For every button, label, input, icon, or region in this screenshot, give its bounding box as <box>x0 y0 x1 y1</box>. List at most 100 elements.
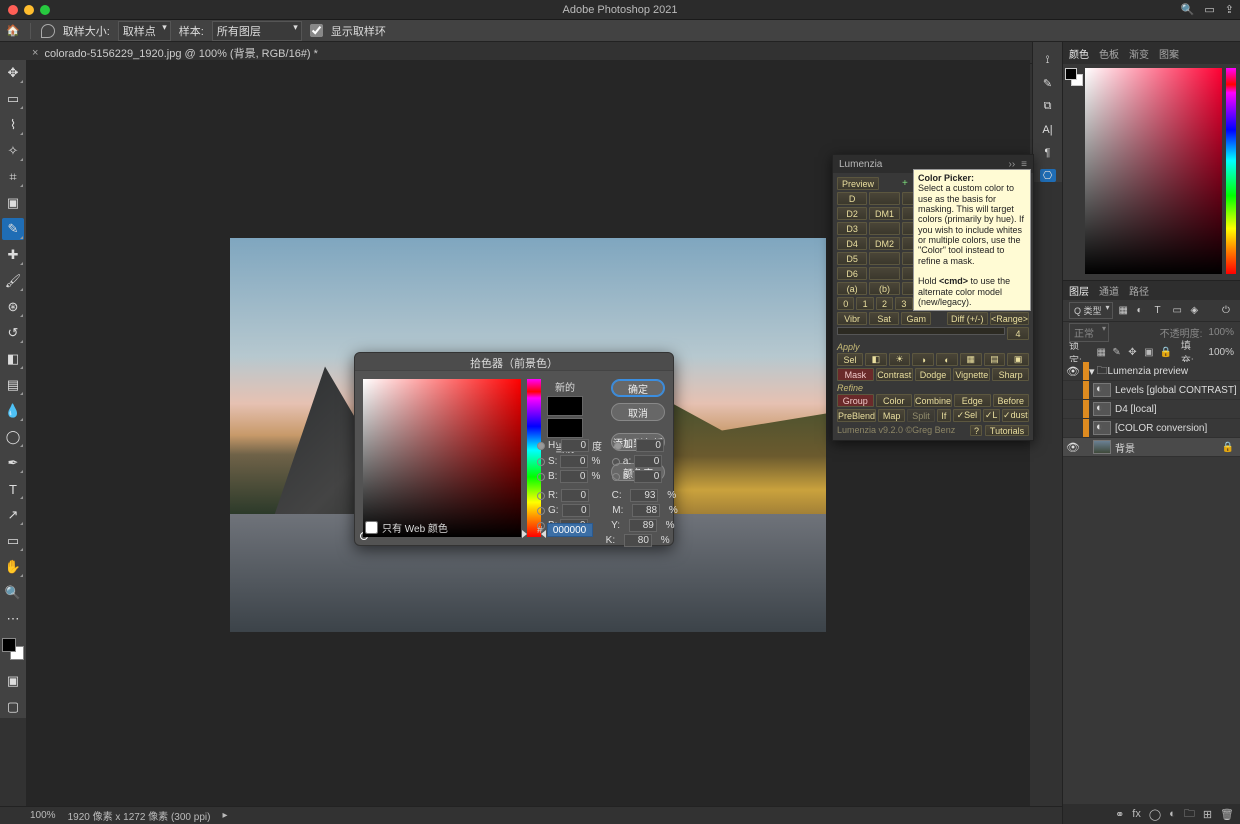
stamp-tool[interactable]: ⊛ <box>2 296 24 318</box>
eyedropper-icon[interactable] <box>41 24 55 38</box>
zone-M-3[interactable]: DM2 <box>869 237 899 250</box>
zone-M-5[interactable] <box>869 267 899 280</box>
mask-icon[interactable]: ◯ <box>1149 808 1161 821</box>
apply-5[interactable]: ▦ <box>960 353 982 366</box>
vl-button[interactable]: ✓L <box>983 409 1000 422</box>
vdust-button[interactable]: ✓dust <box>1002 409 1029 422</box>
lumenzia-panel[interactable]: Lumenzia ››≡ Preview + − ✎ X DD2DM1MD3D4… <box>832 154 1034 441</box>
zone-L-1[interactable]: D2 <box>837 207 867 220</box>
web-only-checkbox[interactable] <box>365 521 378 534</box>
share-icon[interactable]: ⇪ <box>1225 3 1234 16</box>
zoom-level[interactable]: 100% <box>30 810 56 821</box>
panel-fgbg[interactable] <box>1065 68 1083 86</box>
new-layer-icon[interactable]: ⊞ <box>1203 808 1212 821</box>
tab-color[interactable]: 颜色 <box>1069 46 1089 61</box>
mask-button[interactable]: Mask <box>837 368 874 381</box>
tab-patterns[interactable]: 图案 <box>1159 46 1179 61</box>
color-picker-dialog[interactable]: 拾色器（前景色） 新的 当前 确定 取消 添加到色板 颜色库 H:度 L: S:… <box>354 352 674 546</box>
layer-row[interactable]: Levels [global CONTRAST] <box>1063 381 1240 400</box>
tab-gradients[interactable]: 渐变 <box>1129 46 1149 61</box>
range-button[interactable]: <Range> <box>990 312 1029 325</box>
current-color-swatch[interactable] <box>547 418 583 438</box>
blur-tool[interactable]: 💧 <box>2 400 24 422</box>
panel-icon-5[interactable]: ¶ <box>1040 146 1056 159</box>
panel-icon-3[interactable]: ⧉ <box>1040 100 1056 113</box>
lock-artboard-icon[interactable]: ▣ <box>1144 347 1155 358</box>
trash-icon[interactable]: 🗑 <box>1220 808 1234 821</box>
num-3[interactable]: 3 <box>895 297 912 310</box>
layer-row[interactable]: D4 [local] <box>1063 400 1240 419</box>
sharp-button[interactable]: Sharp <box>992 368 1029 381</box>
tab-channels[interactable]: 通道 <box>1099 283 1119 298</box>
before-button[interactable]: Before <box>993 394 1030 407</box>
zone-M-4[interactable] <box>869 252 899 265</box>
home-icon[interactable]: 🏠 <box>6 24 20 37</box>
filter-shape-icon[interactable]: ▭ <box>1173 305 1185 317</box>
eraser-tool[interactable]: ◧ <box>2 348 24 370</box>
group-button[interactable]: Group <box>837 394 874 407</box>
b-button[interactable]: (b) <box>869 282 899 295</box>
document-tab[interactable]: colorado-5156229_1920.jpg @ 100% (背景, RG… <box>44 45 318 61</box>
tutorials-button[interactable]: Tutorials <box>985 425 1029 436</box>
path-tool[interactable]: ↗ <box>2 504 24 526</box>
diff-button[interactable]: Diff (+/-) <box>947 312 988 325</box>
zone-L-5[interactable]: D6 <box>837 267 867 280</box>
zone-M-0[interactable] <box>869 192 899 205</box>
lumenzia-panel-icon[interactable]: ⎔ <box>1040 169 1056 182</box>
dodge-tool[interactable]: ◯ <box>2 426 24 448</box>
dodge-button[interactable]: Dodge <box>915 368 952 381</box>
help-button[interactable]: ? <box>970 425 982 436</box>
apply-2[interactable]: ☀ <box>889 353 911 366</box>
R-input[interactable] <box>561 489 589 502</box>
tab-paths[interactable]: 路径 <box>1129 283 1149 298</box>
sat-val-field[interactable] <box>363 379 521 537</box>
panel-menu-icon[interactable]: ≡ <box>1021 159 1027 170</box>
lasso-tool[interactable]: ⌇ <box>2 114 24 136</box>
brush-tool[interactable]: 🖌 <box>2 270 24 292</box>
zone-L-0[interactable]: D <box>837 192 867 205</box>
cancel-button[interactable]: 取消 <box>611 403 665 421</box>
vignette-button[interactable]: Vignette <box>953 368 990 381</box>
apply-4[interactable]: ◐ <box>936 353 958 366</box>
edge-button[interactable]: Edge <box>954 394 991 407</box>
S-input[interactable] <box>560 455 588 468</box>
frame-tool[interactable]: ▣ <box>2 192 24 214</box>
maximize-window[interactable] <box>40 5 50 15</box>
preblend-button[interactable]: PreBlend <box>837 409 876 422</box>
color-panel[interactable] <box>1063 64 1240 280</box>
gam-button[interactable]: Gam <box>901 312 931 325</box>
ok-button[interactable]: 确定 <box>611 379 665 397</box>
L-input[interactable] <box>636 439 664 452</box>
layers-list[interactable]: 👁▾🗀Lumenzia previewLevels [global CONTRA… <box>1063 362 1240 804</box>
adj-icon[interactable]: ◐ <box>1169 808 1176 820</box>
filter-kind[interactable]: Q 类型 <box>1069 302 1113 319</box>
panel-icon-4[interactable]: A| <box>1040 123 1056 136</box>
color-button[interactable]: Color <box>876 394 913 407</box>
sat-button[interactable]: Sat <box>869 312 899 325</box>
fill-value[interactable]: 100% <box>1208 347 1234 358</box>
filter-pixel-icon[interactable]: ▦ <box>1119 305 1131 317</box>
layer-row[interactable]: 👁背景🔒 <box>1063 438 1240 457</box>
history-brush-tool[interactable]: ↺ <box>2 322 24 344</box>
eye-icon[interactable]: 👁 <box>1063 365 1083 378</box>
move-tool[interactable]: ✥ <box>2 62 24 84</box>
filter-toggle[interactable]: ⏻ <box>1222 305 1234 317</box>
pen-tool[interactable]: ✒ <box>2 452 24 474</box>
lock-pos-icon[interactable]: ✥ <box>1128 347 1139 358</box>
vsel-button[interactable]: ✓Sel <box>953 409 980 422</box>
zoom-tool[interactable]: 🔍 <box>2 582 24 604</box>
H-input[interactable] <box>561 439 589 452</box>
filter-type-icon[interactable]: T <box>1155 305 1167 317</box>
hex-input[interactable] <box>547 523 593 537</box>
zone-M-2[interactable] <box>869 222 899 235</box>
close-window[interactable] <box>8 5 18 15</box>
lock-all-icon[interactable]: 🔒 <box>1160 347 1171 358</box>
sample-dropdown[interactable]: 所有图层 <box>212 21 302 41</box>
fg-bg-swatch[interactable] <box>2 638 24 660</box>
num-2[interactable]: 2 <box>876 297 893 310</box>
panel-icon-1[interactable]: ⟟ <box>1040 54 1056 67</box>
panel-hue-bar[interactable] <box>1226 68 1236 274</box>
search-icon[interactable]: 🔍 <box>1181 3 1195 16</box>
filter-smart-icon[interactable]: ◈ <box>1191 305 1203 317</box>
panel-color-field[interactable] <box>1085 68 1222 274</box>
